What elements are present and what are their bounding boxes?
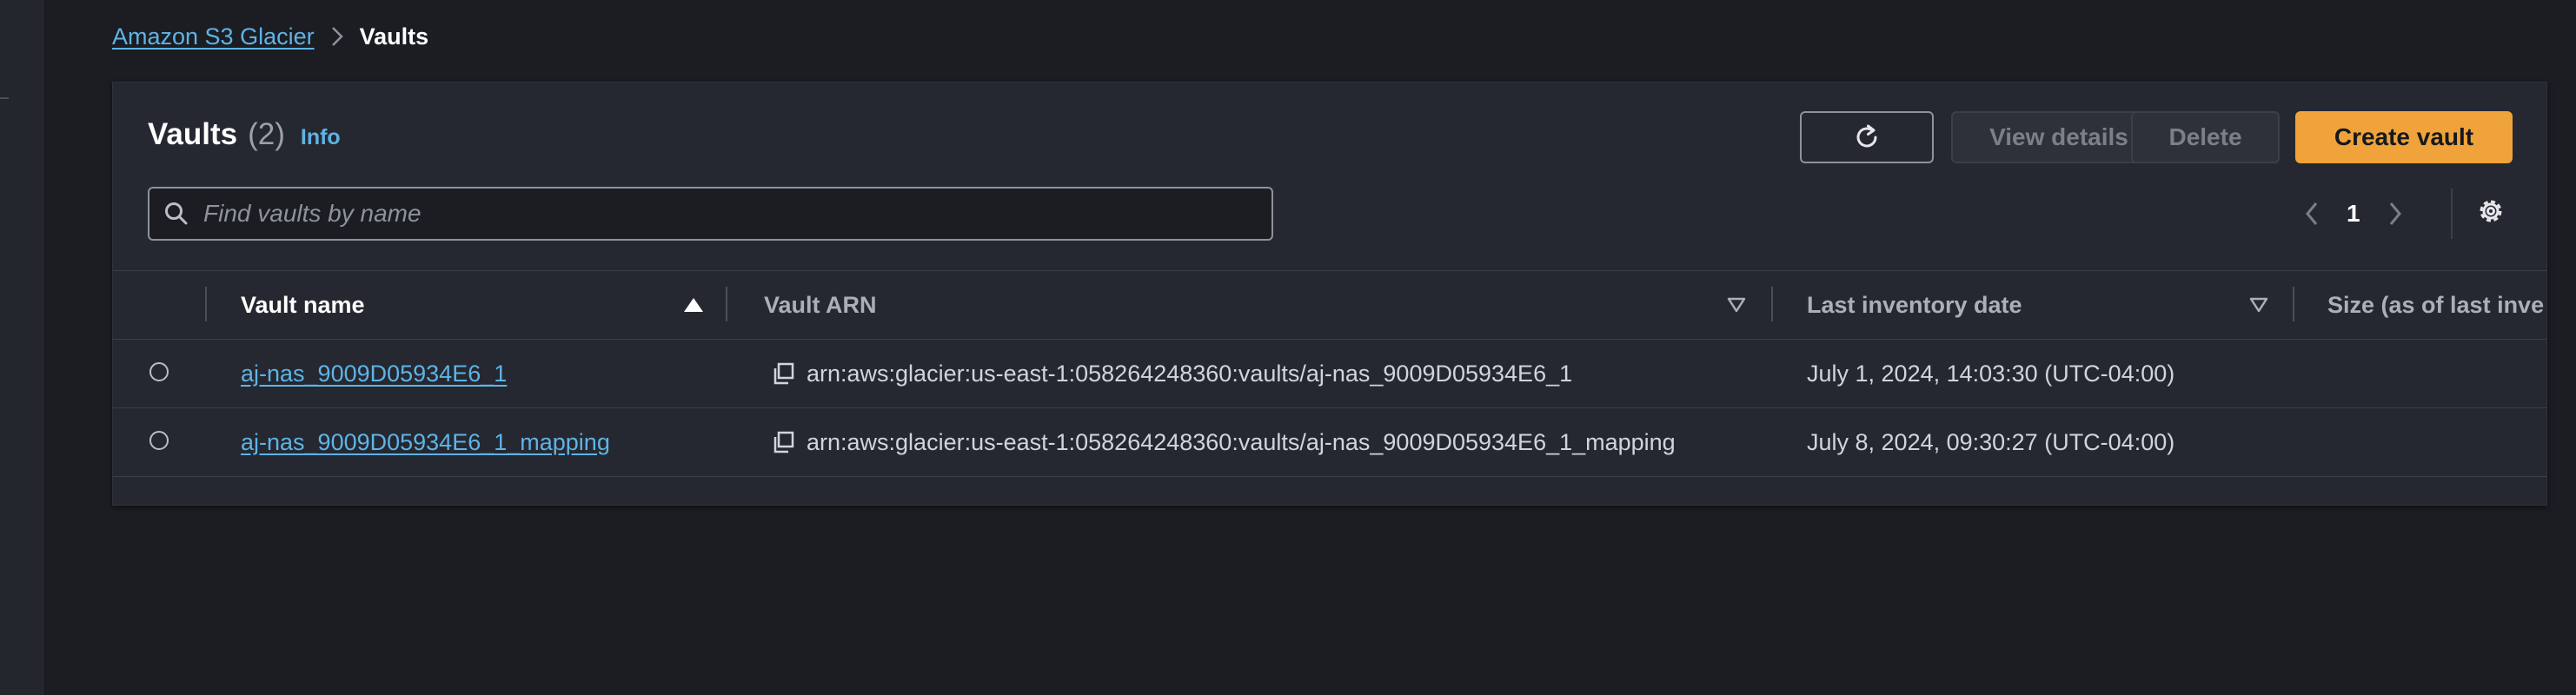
column-header-last-inventory-date[interactable]: Last inventory date — [1807, 271, 2022, 339]
vault-name-link[interactable]: aj-nas_9009D05934E6_1 — [241, 361, 507, 387]
vault-name-link[interactable]: aj-nas_9009D05934E6_1_mapping — [241, 429, 610, 456]
create-vault-button[interactable]: Create vault — [2295, 111, 2513, 163]
column-divider[interactable] — [2293, 287, 2294, 321]
previous-page-icon[interactable] — [2303, 200, 2320, 228]
delete-button[interactable]: Delete — [2131, 111, 2280, 163]
column-header-size[interactable]: Size (as of last inve — [2327, 271, 2544, 339]
row-select-radio[interactable] — [149, 431, 169, 450]
vault-count: (2) — [248, 117, 285, 151]
column-header-vault-name[interactable]: Vault name — [241, 271, 365, 339]
breadcrumb-link-s3-glacier[interactable]: Amazon S3 Glacier — [112, 23, 315, 50]
nav-collapse-marker — [0, 97, 9, 99]
page-title: Vaults (2) Info — [148, 117, 341, 152]
pagination-divider — [2451, 189, 2453, 239]
refresh-icon — [1856, 124, 1877, 148]
info-link[interactable]: Info — [301, 125, 341, 150]
sort-icon[interactable] — [2249, 297, 2268, 313]
refresh-button[interactable] — [1800, 111, 1934, 163]
vaults-table: Vault name Vault ARN Last inventory date… — [113, 270, 2546, 477]
copy-icon[interactable] — [772, 361, 796, 386]
row-select-radio[interactable] — [149, 362, 169, 381]
vaults-panel: Vaults (2) Info View details Delete Crea… — [112, 82, 2547, 506]
sort-icon[interactable] — [1727, 297, 1746, 313]
breadcrumb: Amazon S3 Glacier Vaults — [112, 21, 428, 52]
chevron-right-icon — [330, 25, 344, 48]
column-divider[interactable] — [1771, 287, 1773, 321]
breadcrumb-current: Vaults — [359, 23, 429, 50]
copy-icon[interactable] — [772, 430, 796, 454]
last-inventory-date: July 8, 2024, 09:30:27 (UTC-04:00) — [1807, 428, 2175, 455]
title-text: Vaults — [148, 117, 238, 151]
pagination: 1 — [2303, 192, 2404, 235]
column-header-vault-arn[interactable]: Vault ARN — [764, 271, 877, 339]
preferences-gear-icon[interactable] — [2475, 195, 2506, 227]
table-row[interactable]: aj-nas_9009D05934E6_1 arn:aws:glacier:us… — [113, 340, 2546, 408]
search-icon — [163, 201, 189, 227]
vault-arn: arn:aws:glacier:us-east-1:058264248360:v… — [807, 428, 1676, 455]
column-divider[interactable] — [726, 287, 727, 321]
table-row[interactable]: aj-nas_9009D05934E6_1_mapping arn:aws:gl… — [113, 408, 2546, 477]
search-field[interactable] — [148, 187, 1273, 241]
current-page-number[interactable]: 1 — [2347, 200, 2360, 228]
column-divider — [205, 287, 207, 321]
table-header: Vault name Vault ARN Last inventory date… — [113, 270, 2546, 340]
search-input[interactable] — [202, 199, 1205, 228]
left-navigation-rail — [0, 0, 43, 695]
sort-ascending-icon[interactable] — [683, 297, 704, 313]
next-page-icon[interactable] — [2387, 200, 2404, 228]
vault-arn: arn:aws:glacier:us-east-1:058264248360:v… — [807, 360, 1573, 387]
last-inventory-date: July 1, 2024, 14:03:30 (UTC-04:00) — [1807, 360, 2175, 387]
